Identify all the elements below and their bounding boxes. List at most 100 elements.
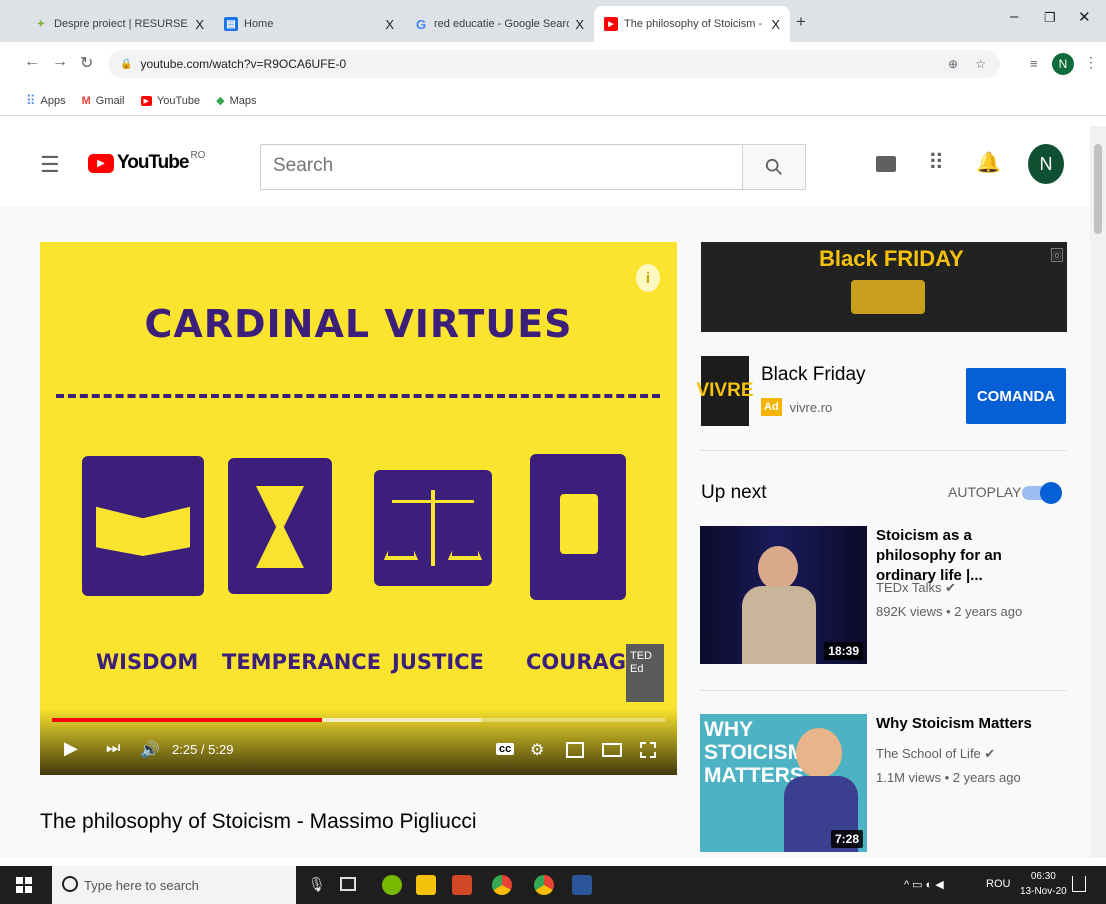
ad-badge: Ad	[761, 398, 782, 416]
video-title[interactable]: Stoicism as a philosophy for an ordinary…	[876, 526, 1056, 586]
video-meta: 1.1M views • 2 years ago	[876, 770, 1021, 785]
theater-mode-button[interactable]	[602, 743, 622, 757]
apps-grid-icon: ⠿	[26, 92, 36, 108]
system-tray-icons[interactable]: ^▭◐◀	[904, 878, 947, 891]
bookmark-star-icon[interactable]: ☆	[975, 57, 986, 71]
channel-name[interactable]: The School of Life ✔	[876, 746, 995, 762]
dashed-divider	[56, 394, 660, 398]
search-input[interactable]: Search	[260, 144, 744, 190]
back-arrow-icon[interactable]: ←	[24, 53, 40, 71]
minimize-icon[interactable]: –	[1010, 8, 1018, 25]
zoom-icon[interactable]: ⊕	[948, 57, 958, 71]
bookmark-label: Apps	[40, 94, 66, 107]
apps-grid-icon[interactable]: ⠿	[928, 150, 944, 176]
tab-youtube-stoicism[interactable]: ▶ The philosophy of Stoicism - Ma X	[594, 6, 790, 42]
autoplay-toggle[interactable]	[1022, 482, 1062, 504]
video-thumbnail[interactable]: 18:39	[700, 526, 867, 664]
task-view-icon[interactable]	[340, 877, 356, 891]
windows-start-icon[interactable]	[16, 877, 32, 893]
bookmark-apps[interactable]: ⠿ Apps	[26, 93, 66, 109]
captions-button[interactable]: cc	[496, 743, 515, 755]
play-button[interactable]: ▶	[64, 738, 78, 759]
bookmark-gmail[interactable]: M Gmail	[82, 95, 125, 107]
lock-icon: 🔒	[120, 58, 133, 70]
ad-cta-button[interactable]: COMANDA	[966, 368, 1066, 424]
create-video-icon[interactable]	[876, 156, 896, 172]
chrome-menu-icon[interactable]: ⋮	[1084, 54, 1098, 71]
ad-info-icon[interactable]: ⓪	[1051, 248, 1063, 262]
profile-avatar[interactable]: N	[1052, 53, 1074, 75]
region-code: RO	[190, 149, 206, 161]
chrome-icon[interactable]	[492, 875, 512, 895]
bookmark-maps[interactable]: ◆ Maps	[216, 94, 257, 108]
progress-bar[interactable]	[52, 718, 665, 722]
divider	[700, 690, 1066, 691]
tab-despre-proiect[interactable]: ✦ Despre proiect | RESURSE EDUCA X	[24, 6, 214, 42]
ad-banner-text: Black FRIDAY	[819, 246, 964, 271]
clock[interactable]: 06:30 13-Nov-20	[1020, 869, 1067, 899]
new-tab-button[interactable]: +	[796, 12, 806, 32]
ad-meta: Ad vivre.ro	[761, 398, 832, 416]
fullscreen-button[interactable]	[640, 742, 656, 758]
search-button[interactable]	[742, 144, 806, 190]
page-scrollbar[interactable]	[1090, 126, 1106, 858]
address-bar[interactable]: 🔒 youtube.com/watch?v=R9OCA6UFE-0 ⊕ ☆	[108, 50, 1000, 78]
reload-icon[interactable]: ↻	[80, 53, 93, 73]
chrome-profile-icon[interactable]	[534, 875, 554, 895]
notifications-bell-icon[interactable]: 🔔	[976, 150, 1001, 175]
tab-close-icon[interactable]: X	[575, 17, 584, 32]
forward-arrow-icon[interactable]: →	[52, 53, 68, 71]
url-text: youtube.com/watch?v=R9OCA6UFE-0	[140, 57, 347, 71]
bookmark-youtube[interactable]: ▶ YouTube	[140, 95, 200, 107]
info-icon[interactable]: i	[636, 264, 660, 292]
next-button[interactable]: ⏭	[106, 740, 120, 758]
browser-tab-strip: ✦ Despre proiect | RESURSE EDUCA X ▤ Hom…	[0, 0, 1106, 42]
utorrent-icon[interactable]	[382, 875, 402, 895]
logo-text: YouTube	[117, 152, 189, 173]
hamburger-menu-icon[interactable]: ☰	[40, 152, 60, 178]
tab-close-icon[interactable]: X	[771, 17, 780, 32]
temperance-hourglass-icon	[228, 458, 332, 594]
video-thumbnail[interactable]: WHY STOICISM MATTERS 7:28	[700, 714, 867, 852]
tab-close-icon[interactable]: X	[195, 17, 204, 32]
powerpoint-icon[interactable]	[452, 875, 472, 895]
tab-google-search[interactable]: G red educatie - Google Search X	[404, 6, 594, 42]
bookmark-label: Maps	[229, 94, 257, 107]
advertiser-logo[interactable]: VIVRE	[696, 356, 754, 426]
reading-list-icon[interactable]: ≡	[1030, 56, 1038, 71]
word-icon[interactable]	[572, 875, 592, 895]
up-next-video[interactable]: 18:39 Stoicism as a philosophy for an or…	[700, 526, 1066, 666]
scrollbar-thumb[interactable]	[1094, 144, 1102, 234]
channel-name[interactable]: TEDx Talks ✔	[876, 580, 956, 596]
time-display: 2:25 / 5:29	[172, 742, 234, 757]
input-language[interactable]: ROU	[986, 878, 1010, 890]
miniplayer-button[interactable]	[566, 742, 584, 758]
cortana-circle-icon	[62, 876, 78, 892]
volume-icon[interactable]: 🔊	[140, 740, 160, 760]
settings-gear-icon[interactable]: ⚙	[530, 740, 544, 760]
account-avatar[interactable]: N	[1028, 144, 1064, 184]
microphone-icon[interactable]: 🎙	[308, 876, 326, 893]
taskbar-search-text: Type here to search	[84, 877, 199, 893]
video-title[interactable]: Why Stoicism Matters	[876, 714, 1056, 734]
sofa-image	[851, 280, 925, 314]
bookmarks-bar: ⠿ Apps M Gmail ▶ YouTube ◆ Maps	[0, 86, 1106, 116]
taskbar-search-box[interactable]: Type here to search	[52, 866, 296, 904]
virtue-label: JUSTICE	[392, 650, 484, 674]
tab-close-icon[interactable]: X	[385, 17, 394, 32]
tab-title: Home	[244, 18, 274, 30]
file-explorer-icon[interactable]	[416, 875, 436, 895]
video-player[interactable]: i CARDINAL VIRTUES WISDOM TEMPERANCE JUS…	[40, 242, 677, 775]
ted-ed-watermark[interactable]: TED Ed	[626, 644, 664, 702]
youtube-logo[interactable]: ▶ YouTube RO	[88, 149, 206, 174]
ad-title[interactable]: Black Friday	[761, 364, 866, 386]
restore-icon[interactable]: ❐	[1044, 10, 1056, 26]
notifications-icon[interactable]	[1072, 876, 1086, 892]
ad-banner[interactable]: Black FRIDAY ⓪	[701, 242, 1067, 332]
justice-scales-icon	[374, 470, 492, 586]
window-close-icon[interactable]: ✕	[1078, 8, 1091, 26]
courage-fist-icon	[530, 454, 626, 600]
tab-title: red educatie - Google Search	[434, 18, 570, 30]
up-next-video[interactable]: WHY STOICISM MATTERS 7:28 Why Stoicism M…	[700, 714, 1066, 854]
tab-home[interactable]: ▤ Home X	[214, 6, 404, 42]
